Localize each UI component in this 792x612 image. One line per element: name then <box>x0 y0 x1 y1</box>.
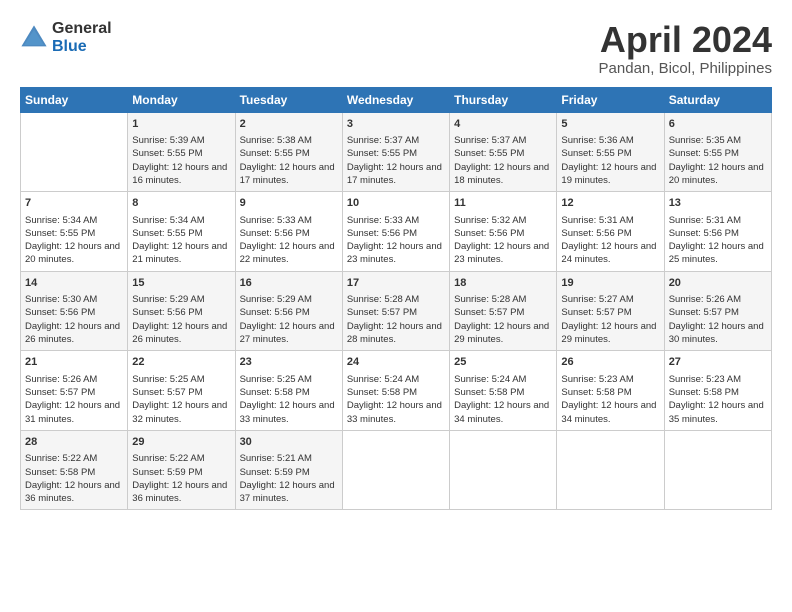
day-number: 11 <box>454 196 552 211</box>
day-number: 27 <box>669 355 767 370</box>
day-number: 18 <box>454 276 552 291</box>
header: General Blue April 2024 Pandan, Bicol, P… <box>20 20 772 77</box>
calendar-cell: 22Sunrise: 5:25 AMSunset: 5:57 PMDayligh… <box>128 351 235 431</box>
calendar-cell: 24Sunrise: 5:24 AMSunset: 5:58 PMDayligh… <box>342 351 449 431</box>
main-title: April 2024 <box>599 20 772 60</box>
header-row: SundayMondayTuesdayWednesdayThursdayFrid… <box>21 87 772 112</box>
logo-text: General Blue <box>52 20 112 55</box>
day-number: 10 <box>347 196 445 211</box>
calendar-cell: 3Sunrise: 5:37 AMSunset: 5:55 PMDaylight… <box>342 112 449 192</box>
logo-blue: Blue <box>52 38 112 56</box>
calendar-cell: 13Sunrise: 5:31 AMSunset: 5:56 PMDayligh… <box>664 192 771 272</box>
calendar-cell: 1Sunrise: 5:39 AMSunset: 5:55 PMDaylight… <box>128 112 235 192</box>
day-number: 26 <box>561 355 659 370</box>
day-number: 17 <box>347 276 445 291</box>
calendar-cell: 9Sunrise: 5:33 AMSunset: 5:56 PMDaylight… <box>235 192 342 272</box>
calendar-cell: 7Sunrise: 5:34 AMSunset: 5:55 PMDaylight… <box>21 192 128 272</box>
col-header-monday: Monday <box>128 87 235 112</box>
day-number: 2 <box>240 117 338 132</box>
calendar-cell: 4Sunrise: 5:37 AMSunset: 5:55 PMDaylight… <box>450 112 557 192</box>
calendar-cell: 20Sunrise: 5:26 AMSunset: 5:57 PMDayligh… <box>664 271 771 351</box>
day-number: 8 <box>132 196 230 211</box>
day-number: 23 <box>240 355 338 370</box>
day-number: 9 <box>240 196 338 211</box>
day-number: 12 <box>561 196 659 211</box>
calendar-cell: 11Sunrise: 5:32 AMSunset: 5:56 PMDayligh… <box>450 192 557 272</box>
calendar-cell: 19Sunrise: 5:27 AMSunset: 5:57 PMDayligh… <box>557 271 664 351</box>
calendar-cell: 14Sunrise: 5:30 AMSunset: 5:56 PMDayligh… <box>21 271 128 351</box>
calendar-cell <box>450 430 557 510</box>
day-number: 19 <box>561 276 659 291</box>
calendar-cell <box>21 112 128 192</box>
calendar-cell <box>557 430 664 510</box>
calendar-cell: 10Sunrise: 5:33 AMSunset: 5:56 PMDayligh… <box>342 192 449 272</box>
day-number: 14 <box>25 276 123 291</box>
day-number: 7 <box>25 196 123 211</box>
day-number: 4 <box>454 117 552 132</box>
col-header-tuesday: Tuesday <box>235 87 342 112</box>
calendar-cell: 6Sunrise: 5:35 AMSunset: 5:55 PMDaylight… <box>664 112 771 192</box>
calendar-cell: 28Sunrise: 5:22 AMSunset: 5:58 PMDayligh… <box>21 430 128 510</box>
day-number: 6 <box>669 117 767 132</box>
day-number: 28 <box>25 435 123 450</box>
day-number: 16 <box>240 276 338 291</box>
week-row-3: 14Sunrise: 5:30 AMSunset: 5:56 PMDayligh… <box>21 271 772 351</box>
calendar-cell: 18Sunrise: 5:28 AMSunset: 5:57 PMDayligh… <box>450 271 557 351</box>
subtitle: Pandan, Bicol, Philippines <box>599 60 772 77</box>
col-header-wednesday: Wednesday <box>342 87 449 112</box>
day-number: 21 <box>25 355 123 370</box>
day-number: 20 <box>669 276 767 291</box>
day-number: 1 <box>132 117 230 132</box>
day-number: 5 <box>561 117 659 132</box>
logo-general: General <box>52 20 112 38</box>
calendar-cell: 23Sunrise: 5:25 AMSunset: 5:58 PMDayligh… <box>235 351 342 431</box>
col-header-thursday: Thursday <box>450 87 557 112</box>
calendar-cell: 12Sunrise: 5:31 AMSunset: 5:56 PMDayligh… <box>557 192 664 272</box>
col-header-friday: Friday <box>557 87 664 112</box>
logo-icon <box>20 24 48 52</box>
day-number: 25 <box>454 355 552 370</box>
calendar-cell: 26Sunrise: 5:23 AMSunset: 5:58 PMDayligh… <box>557 351 664 431</box>
week-row-2: 7Sunrise: 5:34 AMSunset: 5:55 PMDaylight… <box>21 192 772 272</box>
logo: General Blue <box>20 20 112 55</box>
calendar-cell: 16Sunrise: 5:29 AMSunset: 5:56 PMDayligh… <box>235 271 342 351</box>
day-number: 13 <box>669 196 767 211</box>
calendar-cell <box>664 430 771 510</box>
calendar-cell <box>342 430 449 510</box>
calendar-cell: 29Sunrise: 5:22 AMSunset: 5:59 PMDayligh… <box>128 430 235 510</box>
calendar-table: SundayMondayTuesdayWednesdayThursdayFrid… <box>20 87 772 511</box>
calendar-cell: 27Sunrise: 5:23 AMSunset: 5:58 PMDayligh… <box>664 351 771 431</box>
calendar-cell: 5Sunrise: 5:36 AMSunset: 5:55 PMDaylight… <box>557 112 664 192</box>
week-row-4: 21Sunrise: 5:26 AMSunset: 5:57 PMDayligh… <box>21 351 772 431</box>
page: General Blue April 2024 Pandan, Bicol, P… <box>0 0 792 612</box>
calendar-cell: 17Sunrise: 5:28 AMSunset: 5:57 PMDayligh… <box>342 271 449 351</box>
day-number: 30 <box>240 435 338 450</box>
title-block: April 2024 Pandan, Bicol, Philippines <box>599 20 772 77</box>
col-header-saturday: Saturday <box>664 87 771 112</box>
day-number: 3 <box>347 117 445 132</box>
week-row-1: 1Sunrise: 5:39 AMSunset: 5:55 PMDaylight… <box>21 112 772 192</box>
col-header-sunday: Sunday <box>21 87 128 112</box>
day-number: 22 <box>132 355 230 370</box>
day-number: 15 <box>132 276 230 291</box>
day-number: 24 <box>347 355 445 370</box>
calendar-cell: 30Sunrise: 5:21 AMSunset: 5:59 PMDayligh… <box>235 430 342 510</box>
calendar-cell: 2Sunrise: 5:38 AMSunset: 5:55 PMDaylight… <box>235 112 342 192</box>
calendar-cell: 25Sunrise: 5:24 AMSunset: 5:58 PMDayligh… <box>450 351 557 431</box>
week-row-5: 28Sunrise: 5:22 AMSunset: 5:58 PMDayligh… <box>21 430 772 510</box>
calendar-cell: 21Sunrise: 5:26 AMSunset: 5:57 PMDayligh… <box>21 351 128 431</box>
day-number: 29 <box>132 435 230 450</box>
calendar-cell: 15Sunrise: 5:29 AMSunset: 5:56 PMDayligh… <box>128 271 235 351</box>
calendar-cell: 8Sunrise: 5:34 AMSunset: 5:55 PMDaylight… <box>128 192 235 272</box>
